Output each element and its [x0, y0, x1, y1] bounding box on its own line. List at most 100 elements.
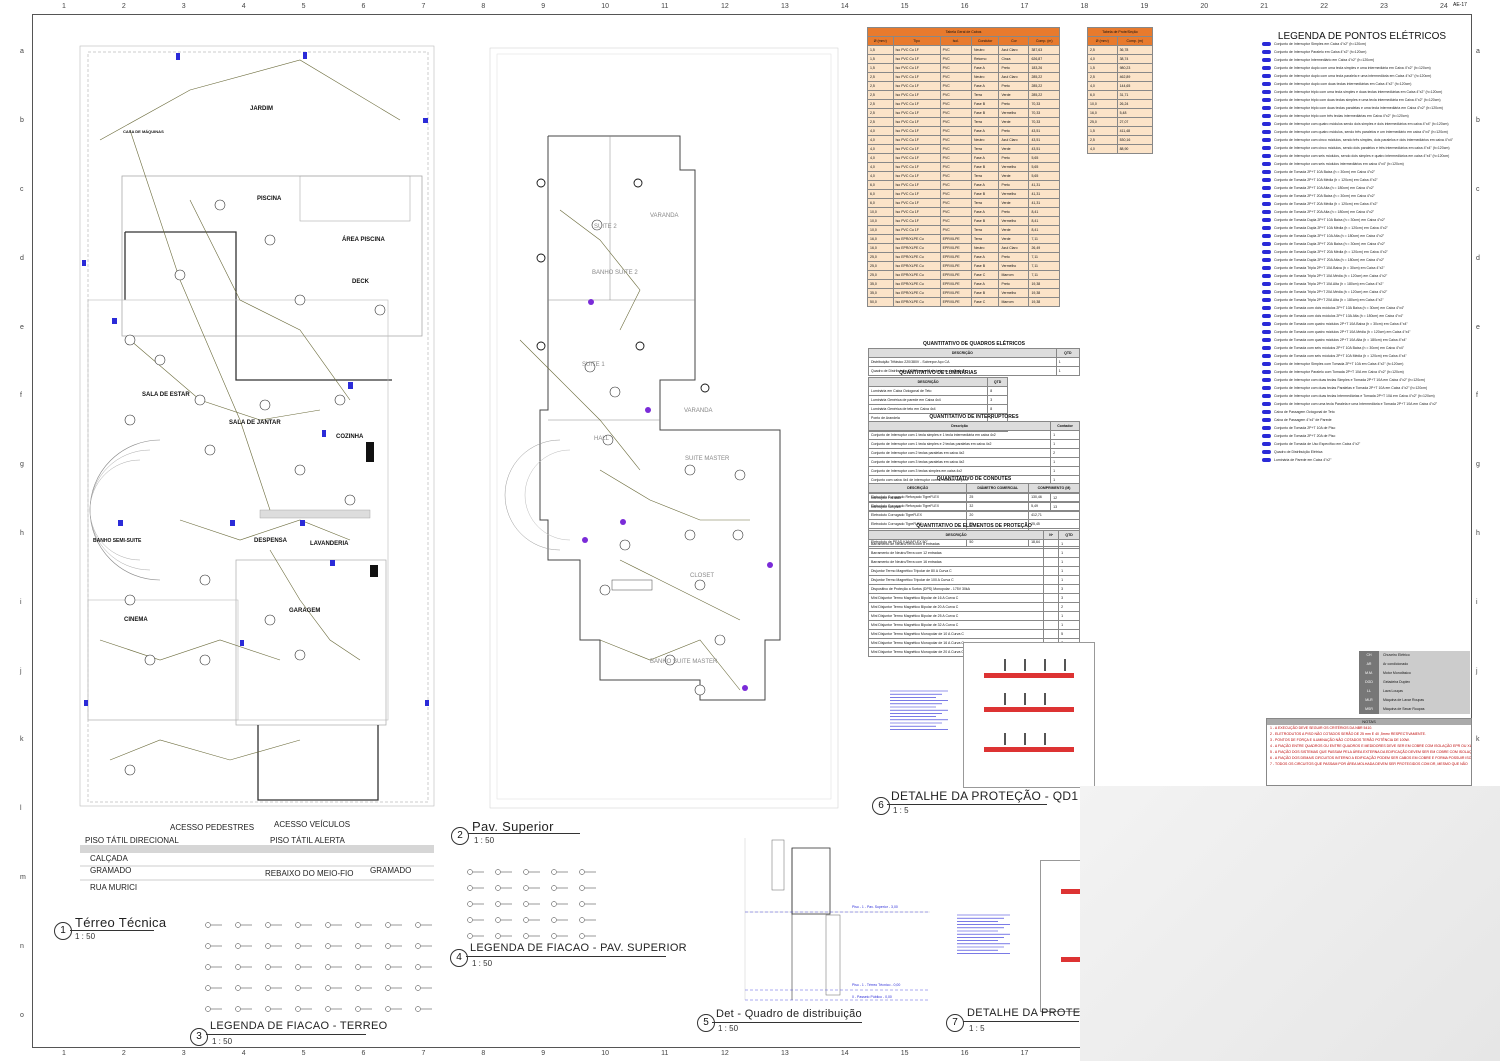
table-cell: Conjunto de Interruptor com 3 teclas par… [867, 457, 1052, 467]
table-header: COMPRIMENTO (M) [1028, 483, 1080, 493]
legend-symbol-icon [1262, 146, 1271, 151]
table-cell: 1,5 [867, 54, 894, 64]
table-cell: EPR/XLPE [939, 270, 972, 280]
table-cell: 70,33 [1028, 117, 1060, 127]
table-cell: Disjuntor Termo Magnético Tripolar de 10… [867, 575, 1045, 585]
table-row: Luminária em Caixa Octogonal de Teto 8 [867, 386, 1008, 396]
table-cell: 16,0 [1087, 108, 1118, 118]
table-cell: PVC [939, 45, 972, 55]
table-cell: 2,5 [867, 81, 894, 91]
legend-item-label: Conjunto de Interruptor Intermediário em… [1274, 58, 1375, 62]
table-cell: Preto [998, 279, 1030, 289]
table-cell: 4,0 [867, 153, 894, 163]
table-cell: 19,38 [1028, 297, 1060, 307]
legend-symbol-icon [1262, 178, 1271, 183]
legend-symbol-icon [1262, 106, 1271, 111]
abbreviation-label: Ar condicionado [1379, 660, 1470, 669]
table-cell: PVC [939, 198, 972, 208]
table-row: 1,5 411,48 [1087, 126, 1154, 136]
table-cell: 70,33 [1028, 99, 1060, 109]
legend-symbol-icon [1262, 154, 1271, 159]
table-cell: 1,5 [1087, 63, 1118, 73]
table-row: 2,5 462,89 [1087, 72, 1154, 82]
table-cell [1043, 566, 1060, 576]
legend-item: Conjunto de Tomada Dupla 2P+T 20A Alta (… [1262, 258, 1385, 263]
table-cell: 144,65 [1116, 81, 1154, 91]
table-cell: Preto [998, 207, 1030, 217]
legend-item-label: Conjunto de Tomada 2P+T 10A Baixa (h = 3… [1274, 170, 1375, 174]
table-cell: Iso PVC Cu 1F [892, 171, 941, 181]
table-cell: Distribuição Trifásico 220/380V - Sobrep… [868, 357, 1057, 367]
legend-symbol-icon [1262, 90, 1271, 95]
table-row: Conjunto de Interruptor com 3 teclas par… [867, 457, 1080, 467]
table-cell: Vermelho [998, 261, 1030, 271]
table-cell: Fase B [970, 189, 1000, 199]
table-cell: PVC [939, 72, 972, 82]
table-header: DESCRIÇÃO [867, 483, 968, 493]
table-cell: 7,11 [1028, 252, 1060, 262]
legend-symbol-icon [1262, 370, 1271, 375]
legend-symbol-icon [1262, 362, 1271, 367]
legend-item-label: Conjunto de Tomada 2P+T 10A Alta (h = 18… [1274, 186, 1375, 190]
table-cell: Iso EPR/XLPE Cu [892, 279, 941, 289]
legend-item: Conjunto de Tomada 2P+T 10A Média (h = 1… [1262, 178, 1378, 183]
table-row: 4,0 Iso PVC Cu 1F PVC Fase B Vermelho 5,65 [867, 162, 1060, 172]
table-cell: 3 [1058, 593, 1080, 603]
legend-item-label: Conjunto de Tomada Dupla 2P+T 10A Baixa … [1274, 218, 1386, 222]
table-cell: Iso PVC Cu 1F [892, 189, 941, 199]
legend-title: LEGENDA DE PONTOS ELÉTRICOS [1277, 31, 1447, 42]
table-cell: Marrom [998, 270, 1030, 280]
table-cell: 1 [1058, 611, 1080, 621]
legend-item-label: Conjunto de Tomada Dupla 2P+T 20A Alta (… [1274, 258, 1385, 262]
view-6-title: DETALHE DA PROTEÇÃO - QD1 [891, 789, 1079, 803]
legend-item: Conjunto de Interruptor com quatro módul… [1262, 130, 1448, 135]
legend-item: Conjunto de Tomada 2P+T 10A de Piso [1262, 426, 1335, 431]
table-cell [1043, 584, 1060, 594]
table-cell: Eletroduto Corrugado TigreFLEX [867, 510, 968, 520]
table-cell: 31,71 [1116, 90, 1154, 100]
table-cell: Terra [970, 90, 1000, 100]
table-cell: 2 [1050, 448, 1080, 458]
table-cell: Iso PVC Cu 1F [892, 198, 941, 208]
table-row: 2,5 530,16 [1087, 135, 1154, 145]
table-cell: Preto [998, 180, 1030, 190]
legend-symbol-icon [1262, 98, 1271, 103]
table-cell: 8,41 [1028, 225, 1060, 235]
table-cell: Preto [998, 126, 1030, 136]
legend-item-label: Conjunto de Tomada Tripla 2P+T 10A Alta … [1274, 282, 1384, 286]
table-cell: Iso PVC Cu 1F [892, 135, 941, 145]
table-cell: 88,90 [1116, 144, 1154, 154]
legend-symbol-icon [1262, 266, 1271, 271]
legend-item: Conjunto de Interruptor com uma tecla Pa… [1262, 402, 1437, 407]
table-cell [1043, 629, 1060, 639]
view-5-underline [712, 1022, 862, 1023]
abbreviation-label: Lava Louças [1379, 687, 1470, 696]
table-header: QTD [1058, 530, 1080, 540]
table-cell: PVC [939, 117, 972, 127]
level-superior: Piso - 1 - Pav. Superior - 3,00 [852, 905, 898, 909]
table-cell: 2,5 [867, 90, 894, 100]
table-cell: 5,65 [1028, 153, 1060, 163]
table-cell: Retorno [970, 54, 1000, 64]
legend-item-label: Conjunto de Interruptor com quatro módul… [1274, 122, 1449, 126]
table-cell [1043, 602, 1060, 612]
legend-item-label: Luminária de Parede em Caixa 4"x2" [1274, 458, 1332, 462]
table-cell: Fase A [970, 153, 1000, 163]
table-cell: 27,07 [1116, 117, 1154, 127]
legend-item: Conjunto de Tomada com quatro módulos 2P… [1262, 330, 1410, 335]
table-cell: 43,51 [1028, 126, 1060, 136]
abbreviation-code: MSR [1359, 705, 1379, 714]
abbreviation-code: DGD [1359, 678, 1379, 687]
table-cell: 980,23 [1116, 63, 1154, 73]
legend-symbol-icon [1262, 138, 1271, 143]
legend-item: Conjunto de Interruptor duplo com duas t… [1262, 82, 1411, 87]
table-row: 6,0 Iso PVC Cu 1F PVC Terra Verde 41,31 [867, 198, 1060, 208]
abbreviations-table: CH Chuveiro Elétrico AR Ar condicionado M.M.… [1359, 651, 1470, 714]
view-6-underline [887, 804, 1047, 805]
table-header: DESCRIÇÃO [867, 377, 989, 387]
table-cell: 1 [1058, 566, 1080, 576]
legend-item-label: Conjunto de Interruptor com duas teclas … [1274, 378, 1425, 382]
table-cell: 5,65 [1028, 171, 1060, 181]
table-cell: 3 [1058, 584, 1080, 594]
legend-symbol-icon [1262, 458, 1271, 463]
